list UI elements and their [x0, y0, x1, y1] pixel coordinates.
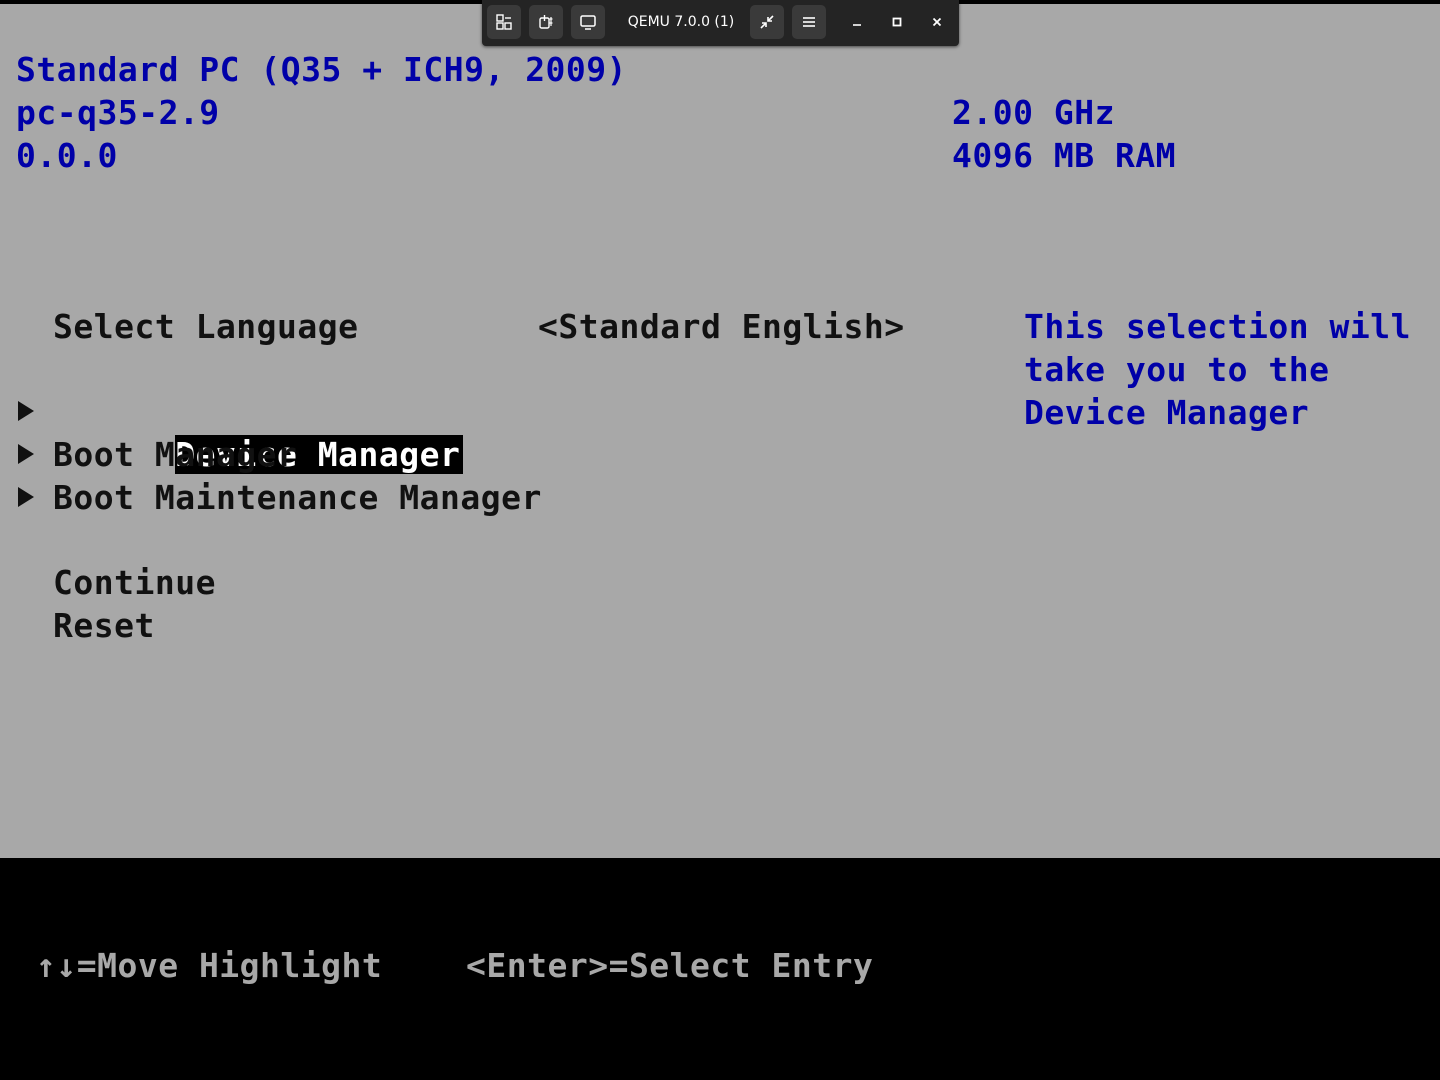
exit-fullscreen-button[interactable]	[750, 5, 784, 39]
bios-footer: ↑↓=Move Highlight <Enter>=Select Entry	[0, 858, 1440, 1080]
menu-item-boot-maintenance-manager[interactable]: Boot Maintenance Manager	[53, 476, 542, 519]
window-title: QEMU 7.0.0 (1)	[627, 14, 735, 30]
help-line-1: This selection will	[1024, 307, 1411, 346]
help-line-3: Device Manager	[1024, 393, 1310, 432]
keyboard-shortcut-button[interactable]	[529, 5, 563, 39]
tabs-button[interactable]	[487, 5, 521, 39]
bios-main-area: Standard PC (Q35 + ICH9, 2009) pc-q35-2.…	[0, 4, 1440, 858]
exit-fullscreen-icon	[760, 15, 774, 29]
minimize-icon	[853, 24, 861, 26]
continue-action[interactable]: Continue	[53, 561, 216, 604]
select-entry-hint: <Enter>=Select Entry	[466, 946, 874, 985]
language-label: Select Language	[53, 307, 359, 346]
qemu-fullscreen-toolbar: QEMU 7.0.0 (1)	[482, 0, 959, 46]
close-button[interactable]	[920, 5, 954, 39]
maximize-button[interactable]	[880, 5, 914, 39]
firmware-version: 0.0.0	[16, 136, 118, 175]
help-line-2: take you to the	[1024, 350, 1330, 389]
reset-action[interactable]: Reset	[53, 604, 155, 647]
keyboard-shortcut-icon	[539, 15, 553, 29]
move-highlight-hint: ↑↓=Move Highlight	[36, 946, 383, 985]
tabs-icon	[496, 14, 512, 30]
vm-display[interactable]: Standard PC (Q35 + ICH9, 2009) pc-q35-2.…	[0, 0, 1440, 1080]
language-selector[interactable]: <Standard English>	[538, 305, 905, 348]
machine-version: pc-q35-2.9	[16, 93, 220, 132]
submenu-arrow-icon	[18, 487, 34, 507]
maximize-icon	[892, 17, 902, 27]
close-icon	[932, 17, 942, 27]
submenu-arrow-icon	[18, 401, 34, 421]
hamburger-menu-icon	[803, 17, 815, 27]
submenu-arrow-icon	[18, 444, 34, 464]
display-button[interactable]	[571, 5, 605, 39]
memory-size: 4096 MB RAM	[952, 136, 1177, 175]
minimize-button[interactable]	[840, 5, 874, 39]
cpu-speed: 2.00 GHz	[952, 93, 1115, 132]
menu-item-boot-manager[interactable]: Boot Manager	[53, 433, 297, 476]
display-icon	[580, 15, 596, 30]
menu-button[interactable]	[792, 5, 826, 39]
machine-name: Standard PC (Q35 + ICH9, 2009)	[16, 50, 628, 89]
